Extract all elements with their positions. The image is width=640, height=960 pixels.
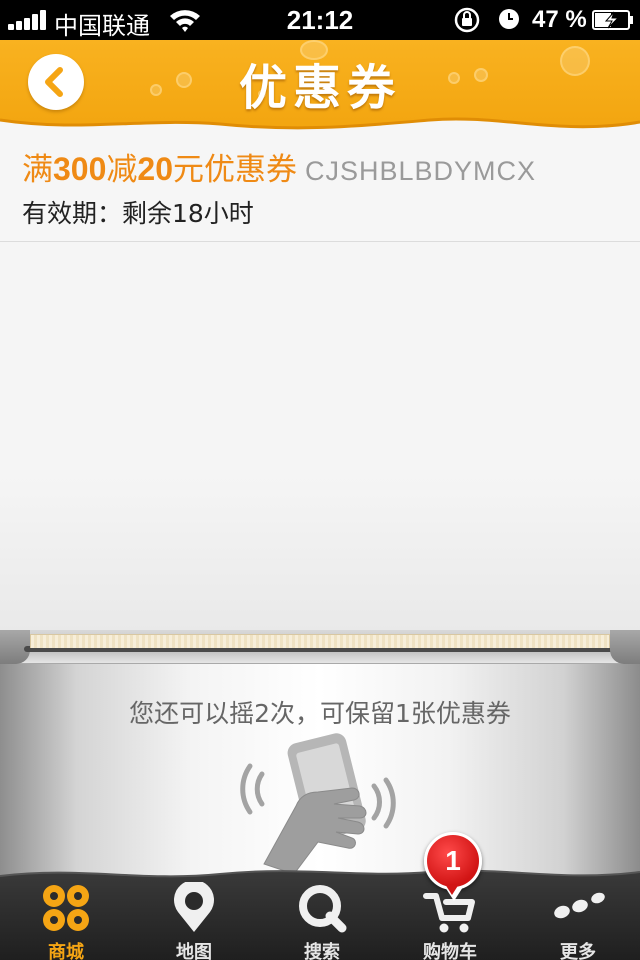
coupon-paper [30, 634, 610, 648]
coupon-validity: 有效期：剩余18小时 [22, 199, 254, 228]
tab-bar: 商城 地图 搜索 购物车 更多 [0, 862, 640, 960]
coupon-title: 满300减20元优惠券 [22, 151, 297, 188]
tab-more[interactable]: 更多 [514, 872, 640, 960]
shake-hint: 您还可以摇2次，可保留1张优惠券 [129, 699, 511, 728]
coupon-code: CJSHBLBDYMCX [304, 156, 537, 186]
tab-search[interactable]: 搜索 [258, 872, 386, 960]
tab-label: 地图 [176, 942, 212, 960]
tab-label: 商城 [48, 942, 84, 960]
coupon-threshold: 300 [53, 151, 107, 187]
coupon-slot [0, 630, 640, 664]
shake-phone-icon [240, 733, 396, 875]
cart-count-badge: 1 [424, 832, 482, 901]
coupon-card[interactable]: 满300减20元优惠券 CJSHBLBDYMCX 有效期：剩余18小时 [0, 136, 640, 242]
page-title: 优惠券 [238, 60, 401, 116]
battery-percent: 47 % [532, 6, 587, 33]
tab-label: 更多 [560, 942, 596, 960]
battery-charging-icon [592, 10, 633, 30]
coupon-shaker-machine[interactable]: 您还可以摇2次，可保留1张优惠券 [0, 630, 640, 880]
map-pin-icon [174, 882, 214, 932]
rotation-lock-icon [454, 7, 480, 33]
alarm-icon [499, 9, 519, 29]
coupon-discount: 20 [137, 151, 173, 187]
mall-icon [43, 885, 89, 931]
coupon-title-row: 满300减20元优惠券 CJSHBLBDYMCX [22, 144, 536, 189]
tab-map[interactable]: 地图 [130, 872, 258, 960]
tab-label: 搜索 [304, 942, 340, 960]
tab-mall[interactable]: 商城 [2, 872, 130, 960]
search-icon [299, 885, 347, 933]
tab-label: 购物车 [423, 942, 477, 960]
nav-header: 优惠券 [0, 40, 640, 140]
status-bar: 中国联通 21:12 47 % [0, 0, 640, 40]
more-icon [554, 892, 605, 919]
coupon-list-area [0, 242, 640, 632]
